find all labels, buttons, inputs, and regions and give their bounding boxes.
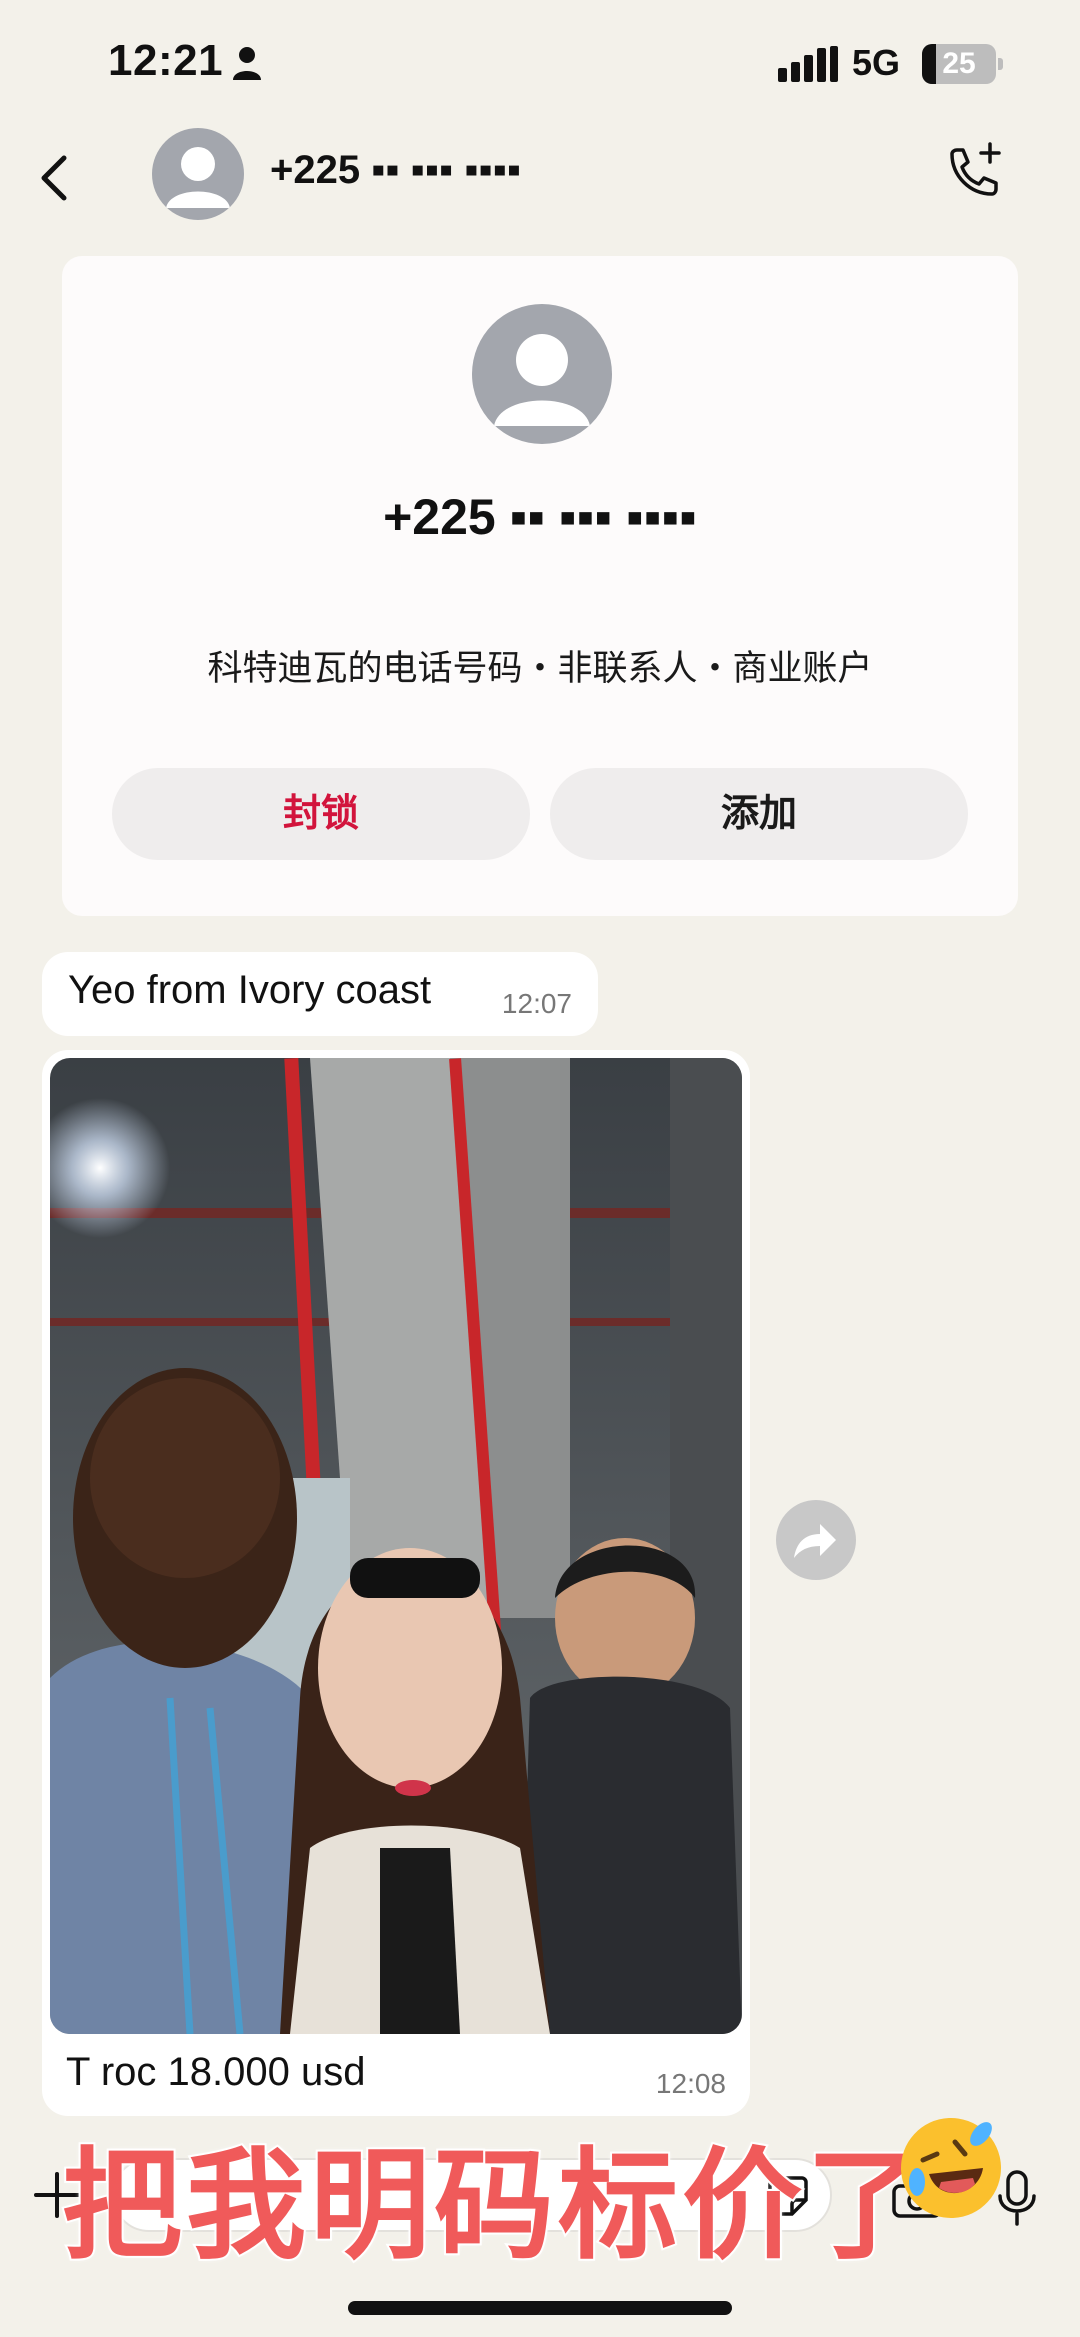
add-contact-button[interactable]: 添加 xyxy=(550,768,968,860)
rolling-laughing-emoji-icon xyxy=(901,2118,1001,2218)
forward-arrow-icon xyxy=(794,1524,836,1558)
message-text: Yeo from Ivory coast xyxy=(68,968,432,1012)
back-button[interactable] xyxy=(26,148,86,208)
overlay-caption: 把我明码标价了 xyxy=(60,2135,930,2278)
block-button[interactable]: 封锁 xyxy=(112,768,530,860)
contact-info-card: +225 ▪▪ ▪▪▪ ▪▪▪▪ 科特迪瓦的电话号码・非联系人・商业账户 封锁 … xyxy=(62,256,1018,916)
header-contact-number[interactable]: +225 ▪▪ ▪▪▪ ▪▪▪▪ xyxy=(270,148,521,193)
message-time: 12:08 xyxy=(655,2068,726,2099)
person-avatar-icon xyxy=(494,334,590,426)
photo-message-bubble[interactable]: T roc 18.000 usd 12:08 xyxy=(42,1050,750,2116)
battery-indicator: 25 xyxy=(922,44,1003,84)
forward-button[interactable] xyxy=(776,1500,856,1580)
photo-caption: T roc 18.000 usd xyxy=(66,2050,366,2094)
person-avatar-icon xyxy=(166,147,230,208)
card-contact-details: 科特迪瓦的电话号码・非联系人・商业账户 xyxy=(207,649,873,688)
status-time: 12:21 xyxy=(108,36,224,85)
phone-plus-icon[interactable] xyxy=(940,140,1006,206)
home-indicator[interactable] xyxy=(348,2301,732,2315)
message-time: 12:07 xyxy=(501,988,572,1019)
person-icon xyxy=(233,47,261,80)
network-type: 5G xyxy=(852,42,901,83)
signal-icon xyxy=(778,46,838,82)
photo-attachment[interactable] xyxy=(50,1058,742,2034)
battery-level: 25 xyxy=(942,47,976,80)
card-avatar xyxy=(472,304,612,444)
card-contact-number: +225 ▪▪ ▪▪▪ ▪▪▪▪ xyxy=(383,489,697,545)
message-bubble[interactable]: Yeo from Ivory coast 12:07 xyxy=(42,952,598,1036)
header-avatar[interactable] xyxy=(152,128,244,220)
